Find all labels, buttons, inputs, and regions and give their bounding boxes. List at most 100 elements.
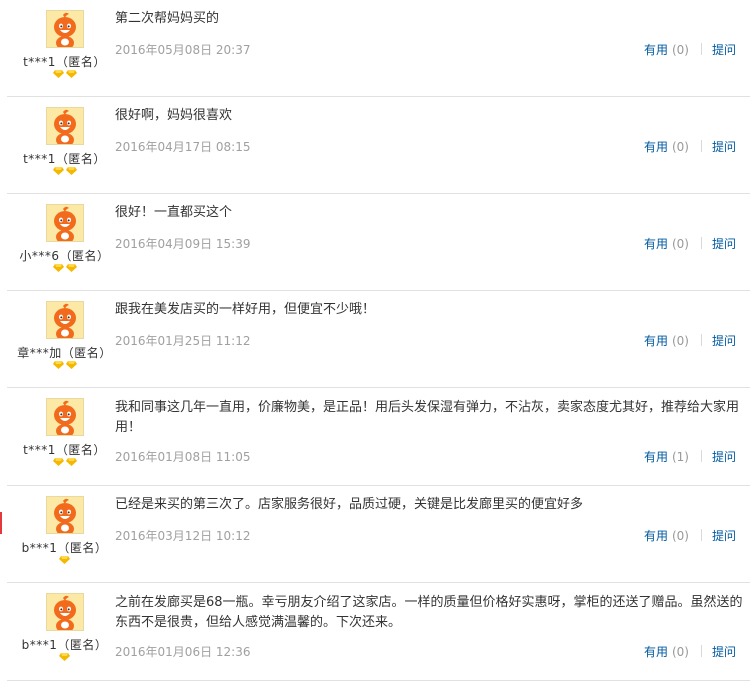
useful-button[interactable]: 有用 (0) <box>644 237 689 251</box>
mascot-avatar-icon <box>47 399 83 435</box>
mascot-avatar-icon <box>47 594 83 630</box>
review-item: t***1（匿名） 我和同事这几年一直用，价廉物美，是正品！用后头发保湿有弹力，… <box>7 388 750 486</box>
mascot-avatar-icon <box>47 302 83 338</box>
review-content: 跟我在美发店买的一样好用，但便宜不少哦！ <box>115 302 376 317</box>
gem-icon <box>52 458 64 466</box>
useful-count: (0) <box>671 43 689 57</box>
useful-count: (0) <box>671 645 689 659</box>
review-date: 2016年03月12日 10:12 <box>115 529 251 543</box>
avatar[interactable] <box>46 204 84 242</box>
review-date: 2016年01月25日 11:12 <box>115 334 251 348</box>
member-level <box>7 653 122 661</box>
divider <box>700 645 702 657</box>
gem-icon <box>65 70 77 78</box>
review-list: t***1（匿名） 第二次帮妈妈买的 2016年05月08日 20:37 有用(… <box>7 0 750 681</box>
review-content: 很好！一直都买这个 <box>115 205 233 220</box>
useful-button[interactable]: 有用 (0) <box>644 529 689 543</box>
ask-button[interactable]: 提问 <box>712 237 736 251</box>
mascot-avatar-icon <box>47 11 83 47</box>
review-item: b***1（匿名） 已经是来买的第三次了。店家服务很好，品质过硬，关键是比发廊里… <box>7 486 750 583</box>
reviewer-name[interactable]: t***1（匿名） <box>7 150 122 167</box>
reviewer-name[interactable]: t***1（匿名） <box>7 441 122 458</box>
review-date: 2016年01月06日 12:36 <box>115 645 251 659</box>
useful-count: (1) <box>671 450 689 464</box>
gem-icon <box>52 167 64 175</box>
member-level <box>7 458 122 466</box>
useful-label: 有用 <box>643 334 668 348</box>
gem-icon <box>65 361 77 369</box>
gem-icon <box>52 361 64 369</box>
reviewer-name[interactable]: b***1（匿名） <box>7 636 122 653</box>
gem-icon <box>65 458 77 466</box>
review-actions: 有用 (0) 提问 <box>644 332 736 349</box>
avatar[interactable] <box>46 107 84 145</box>
useful-button[interactable]: 有用 (1) <box>644 450 689 464</box>
divider <box>700 334 702 346</box>
mascot-avatar-icon <box>47 497 83 533</box>
gem-icon <box>65 264 77 272</box>
reviewer-name[interactable]: 章***加（匿名） <box>7 344 122 361</box>
mascot-avatar-icon <box>47 205 83 241</box>
review-item: 章***加（匿名） 跟我在美发店买的一样好用，但便宜不少哦！ 2016年01月2… <box>7 291 750 388</box>
useful-count: (0) <box>671 140 689 154</box>
ask-button[interactable]: 提问 <box>712 529 736 543</box>
useful-label: 有用 <box>643 140 668 154</box>
member-level <box>7 167 122 175</box>
useful-label: 有用 <box>643 645 668 659</box>
mascot-avatar-icon <box>47 108 83 144</box>
useful-button[interactable]: 有用 (0) <box>644 140 689 154</box>
member-level <box>7 70 122 78</box>
reviewer-name[interactable]: 小***6（匿名） <box>7 247 122 264</box>
member-level <box>7 264 122 272</box>
reviewer-name[interactable]: t***1（匿名） <box>7 53 122 70</box>
review-content: 我和同事这几年一直用，价廉物美，是正品！用后头发保湿有弹力，不沾灰，卖家态度尤其… <box>115 400 740 435</box>
divider <box>700 450 702 462</box>
left-edge-marker <box>0 512 2 534</box>
avatar[interactable] <box>46 10 84 48</box>
member-level <box>7 361 122 369</box>
review-actions: 有用 (0) 提问 <box>644 527 736 544</box>
gem-icon <box>52 264 64 272</box>
review-item: t***1（匿名） 很好啊，妈妈很喜欢 2016年04月17日 08:15 有用… <box>7 97 750 194</box>
ask-button[interactable]: 提问 <box>712 140 736 154</box>
review-item: 小***6（匿名） 很好！一直都买这个 2016年04月09日 15:39 有用… <box>7 194 750 291</box>
gem-icon <box>59 556 70 564</box>
useful-button[interactable]: 有用 (0) <box>644 645 689 659</box>
review-date: 2016年01月08日 11:05 <box>115 450 251 464</box>
avatar[interactable] <box>46 593 84 631</box>
ask-button[interactable]: 提问 <box>712 334 736 348</box>
avatar[interactable] <box>46 398 84 436</box>
gem-icon <box>59 653 70 661</box>
useful-count: (0) <box>671 237 689 251</box>
review-content: 已经是来买的第三次了。店家服务很好，品质过硬，关键是比发廊里买的便宜好多 <box>115 497 584 512</box>
review-actions: 有用 (0) 提问 <box>644 235 736 252</box>
review-date: 2016年05月08日 20:37 <box>115 43 251 57</box>
review-actions: 有用 (0) 提问 <box>644 643 736 660</box>
gem-icon <box>52 70 64 78</box>
review-actions: 有用 (0) 提问 <box>644 138 736 155</box>
review-item: b***1（匿名） 之前在发廊买是68一瓶。幸亏朋友介绍了这家店。一样的质量但价… <box>7 583 750 681</box>
avatar[interactable] <box>46 496 84 534</box>
useful-button[interactable]: 有用 (0) <box>644 334 689 348</box>
divider <box>700 529 702 541</box>
useful-label: 有用 <box>643 237 668 251</box>
avatar[interactable] <box>46 301 84 339</box>
useful-label: 有用 <box>643 43 668 57</box>
ask-button[interactable]: 提问 <box>712 450 736 464</box>
review-content: 很好啊，妈妈很喜欢 <box>115 108 233 123</box>
divider <box>700 43 702 55</box>
ask-button[interactable]: 提问 <box>712 645 736 659</box>
divider <box>700 237 702 249</box>
divider <box>700 140 702 152</box>
useful-count: (0) <box>671 334 689 348</box>
review-content: 第二次帮妈妈买的 <box>115 11 220 26</box>
ask-button[interactable]: 提问 <box>712 43 736 57</box>
review-date: 2016年04月09日 15:39 <box>115 237 251 251</box>
gem-icon <box>65 167 77 175</box>
review-content: 之前在发廊买是68一瓶。幸亏朋友介绍了这家店。一样的质量但价格好实惠呀，掌柜的还… <box>115 595 743 630</box>
useful-label: 有用 <box>643 529 668 543</box>
reviewer-name[interactable]: b***1（匿名） <box>7 539 122 556</box>
review-actions: 有用 (0) 提问 <box>644 41 736 58</box>
useful-button[interactable]: 有用 (0) <box>644 43 689 57</box>
review-item: t***1（匿名） 第二次帮妈妈买的 2016年05月08日 20:37 有用(… <box>7 0 750 97</box>
